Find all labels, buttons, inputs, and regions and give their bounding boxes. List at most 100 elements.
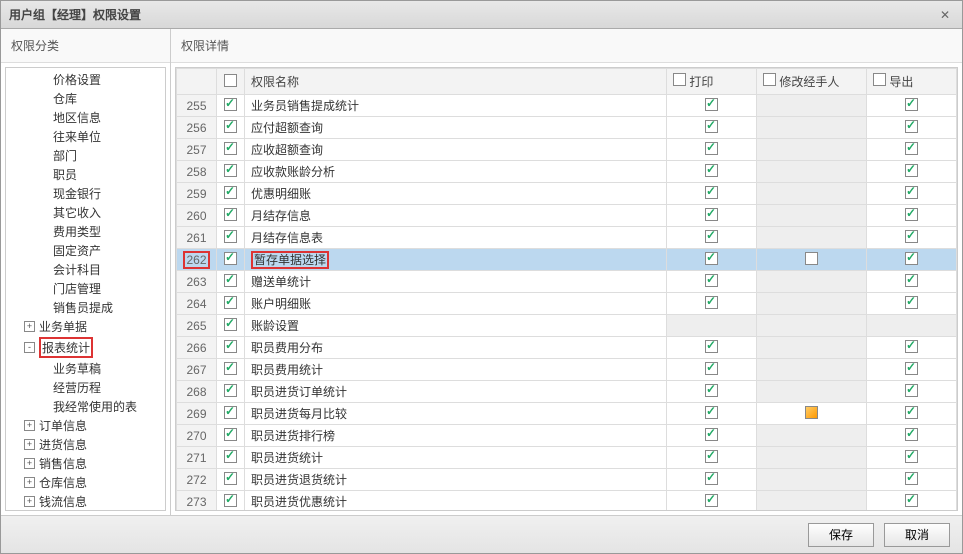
checkbox-cell[interactable] [867,337,957,359]
checkbox-icon[interactable] [224,384,237,397]
tree-item[interactable]: 经营历程 [6,378,165,397]
tree-item[interactable]: 价格设置 [6,70,165,89]
expand-icon[interactable]: + [24,458,35,469]
checkbox-cell[interactable] [667,293,757,315]
checkbox-icon[interactable] [805,406,818,419]
checkbox-icon[interactable] [705,296,718,309]
table-row[interactable]: 265账龄设置 [177,315,957,337]
col-print[interactable]: 打印 [667,69,757,95]
expand-icon[interactable]: + [24,439,35,450]
table-row[interactable]: 266职员费用分布 [177,337,957,359]
checkbox-cell[interactable] [867,139,957,161]
checkbox-cell[interactable] [867,293,957,315]
save-button[interactable]: 保存 [808,523,874,547]
col-modify-handler[interactable]: 修改经手人 [757,69,867,95]
checkbox-icon[interactable] [224,186,237,199]
checkbox-icon[interactable] [905,472,918,485]
table-row[interactable]: 259优惠明细账 [177,183,957,205]
checkbox-icon[interactable] [224,74,237,87]
checkbox-cell[interactable] [667,139,757,161]
checkbox-cell[interactable] [867,205,957,227]
table-row[interactable]: 272职员进货退货统计 [177,469,957,491]
checkbox-cell[interactable] [667,491,757,512]
col-name[interactable]: 权限名称 [245,69,667,95]
checkbox-icon[interactable] [763,73,776,86]
tree-item[interactable]: 职员 [6,165,165,184]
expand-icon[interactable]: + [24,477,35,488]
checkbox-icon[interactable] [705,472,718,485]
checkbox-icon[interactable] [705,428,718,441]
checkbox-cell[interactable] [867,161,957,183]
expand-icon[interactable]: + [24,420,35,431]
checkbox-cell[interactable] [217,337,245,359]
disabled-cell[interactable] [757,95,867,117]
expand-icon[interactable]: + [24,496,35,507]
checkbox-cell[interactable] [217,161,245,183]
tree-item[interactable]: 地区信息 [6,108,165,127]
checkbox-cell[interactable] [867,227,957,249]
tree-item[interactable]: 销售员提成 [6,298,165,317]
checkbox-icon[interactable] [905,340,918,353]
tree-item[interactable]: 会计科目 [6,260,165,279]
checkbox-cell[interactable] [867,469,957,491]
checkbox-icon[interactable] [905,142,918,155]
checkbox-icon[interactable] [905,252,918,265]
checkbox-icon[interactable] [705,274,718,287]
disabled-cell[interactable] [867,315,957,337]
checkbox-cell[interactable] [667,469,757,491]
tree-item[interactable]: +业务单据 [6,317,165,336]
checkbox-cell[interactable] [867,447,957,469]
checkbox-icon[interactable] [224,296,237,309]
disabled-cell[interactable] [757,183,867,205]
checkbox-icon[interactable] [705,252,718,265]
checkbox-cell[interactable] [867,403,957,425]
checkbox-icon[interactable] [705,186,718,199]
checkbox-icon[interactable] [224,98,237,111]
table-row[interactable]: 264账户明细账 [177,293,957,315]
checkbox-cell[interactable] [667,359,757,381]
table-row[interactable]: 260月结存信息 [177,205,957,227]
checkbox-icon[interactable] [705,406,718,419]
checkbox-cell[interactable] [667,381,757,403]
checkbox-icon[interactable] [705,120,718,133]
checkbox-cell[interactable] [667,117,757,139]
table-row[interactable]: 258应收款账龄分析 [177,161,957,183]
checkbox-icon[interactable] [905,98,918,111]
checkbox-icon[interactable] [905,362,918,375]
checkbox-icon[interactable] [224,494,237,507]
disabled-cell[interactable] [757,227,867,249]
disabled-cell[interactable] [757,161,867,183]
checkbox-cell[interactable] [867,117,957,139]
checkbox-icon[interactable] [224,406,237,419]
checkbox-icon[interactable] [905,186,918,199]
cancel-button[interactable]: 取消 [884,523,950,547]
checkbox-icon[interactable] [673,73,686,86]
checkbox-icon[interactable] [905,450,918,463]
tree-item[interactable]: 部门 [6,146,165,165]
checkbox-cell[interactable] [757,249,867,271]
tree-item[interactable]: 固定资产 [6,241,165,260]
checkbox-icon[interactable] [705,384,718,397]
checkbox-icon[interactable] [905,406,918,419]
tree-wrap[interactable]: 价格设置仓库地区信息往来单位部门职员现金银行其它收入费用类型固定资产会计科目门店… [5,67,166,511]
checkbox-icon[interactable] [705,208,718,221]
tree-item[interactable]: 往来单位 [6,127,165,146]
table-row[interactable]: 263赠送单统计 [177,271,957,293]
checkbox-icon[interactable] [224,428,237,441]
checkbox-cell[interactable] [217,227,245,249]
checkbox-cell[interactable] [667,249,757,271]
checkbox-icon[interactable] [224,142,237,155]
checkbox-cell[interactable] [217,293,245,315]
checkbox-cell[interactable] [867,359,957,381]
disabled-cell[interactable] [757,491,867,512]
tree-item[interactable]: 其它收入 [6,203,165,222]
disabled-cell[interactable] [757,315,867,337]
tree-item[interactable]: 费用类型 [6,222,165,241]
grid-wrap[interactable]: 权限名称 打印 修改经手人 导出 255业务员销售提成统计256应付超额查询25… [175,67,958,511]
checkbox-icon[interactable] [705,362,718,375]
checkbox-icon[interactable] [705,164,718,177]
checkbox-cell[interactable] [217,381,245,403]
tree-item[interactable]: 我经常使用的表 [6,397,165,416]
checkbox-cell[interactable] [867,491,957,512]
checkbox-cell[interactable] [217,271,245,293]
